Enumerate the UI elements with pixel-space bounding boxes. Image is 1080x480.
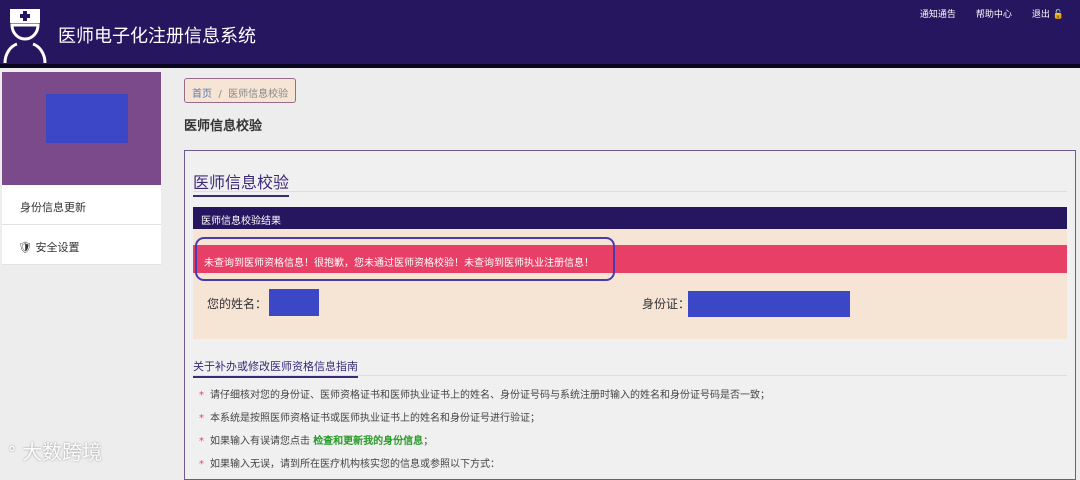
sidebar: 身份信息更新 🛡 安全设置 <box>2 72 161 265</box>
panel-heading: 医师信息校验 <box>193 169 290 197</box>
page-title: 医师信息校验 <box>184 119 263 134</box>
notice-link[interactable]: 通知通告 <box>920 7 956 20</box>
breadcrumb-sep: / <box>218 89 222 100</box>
highlight-circle <box>195 237 615 281</box>
divider <box>193 375 1067 376</box>
list-item: * 请仔细核对您的身份证、医师资格证书和医师执业证书上的姓名、身份证号码与系统注册… <box>199 390 770 401</box>
divider <box>193 191 1067 192</box>
name-label: 您的姓名： <box>207 297 268 311</box>
logout-link[interactable]: 退出 🔓 <box>1032 7 1064 20</box>
top-header: 医师电子化注册信息系统 通知通告 帮助中心 退出 🔓 <box>0 0 1080 68</box>
sidebar-item-label: 安全设置 <box>35 241 80 254</box>
watermark-text: 大数跨境 <box>22 440 103 464</box>
watermark: ᐤ 大数跨境 <box>8 436 102 465</box>
result-box: 医师信息校验结果 未查询到医师资格信息！很抱歉，您未通过医师资格校验！未查询到医… <box>193 207 1067 339</box>
avatar <box>46 94 128 143</box>
list-item: * 本系统是按照医师资格证书或医师执业证书上的姓名和身份证号进行验证； <box>199 413 540 424</box>
verify-panel: 医师信息校验 医师信息校验结果 未查询到医师资格信息！很抱歉，您未通过医师资格校… <box>184 150 1076 480</box>
id-label: 身份证： <box>642 297 691 311</box>
name-redacted <box>269 289 319 316</box>
watermark-logo-icon: ᐤ <box>8 440 16 464</box>
sidebar-item-identity[interactable]: 身份信息更新 <box>2 185 161 225</box>
update-identity-link[interactable]: 检查和更新我的身份信息 <box>313 436 423 447</box>
result-title: 医师信息校验结果 <box>193 207 1067 229</box>
breadcrumb: 首页 / 医师信息校验 <box>184 78 297 103</box>
breadcrumb-home[interactable]: 首页 <box>192 89 212 100</box>
shield-icon: 🛡 <box>18 241 32 254</box>
list-item: * 如果输入有误请您点击 检查和更新我的身份信息； <box>199 436 434 447</box>
punct: ； <box>423 436 434 447</box>
doctor-logo-icon <box>3 9 47 63</box>
profile-card <box>2 72 161 185</box>
help-link[interactable]: 帮助中心 <box>976 7 1012 20</box>
list-item-text: 本系统是按照医师资格证书或医师执业证书上的姓名和身份证号进行验证； <box>210 413 540 424</box>
id-redacted <box>688 291 850 317</box>
breadcrumb-current: 医师信息校验 <box>228 89 289 100</box>
list-item-text: 如果输入无误，请到所在医疗机构核实您的信息或参照以下方式： <box>210 459 500 470</box>
sidebar-item-security[interactable]: 🛡 安全设置 <box>2 225 161 265</box>
list-item-text: 如果输入有误请您点击 <box>210 436 310 447</box>
unlock-icon: 🔓 <box>1052 10 1064 20</box>
app-title: 医师电子化注册信息系统 <box>58 26 256 47</box>
logout-label: 退出 <box>1031 10 1050 20</box>
list-item-text: 请仔细核对您的身份证、医师资格证书和医师执业证书上的姓名、身份证号码与系统注册时… <box>210 390 770 401</box>
list-item: * 如果输入无误，请到所在医疗机构核实您的信息或参照以下方式： <box>199 459 500 470</box>
